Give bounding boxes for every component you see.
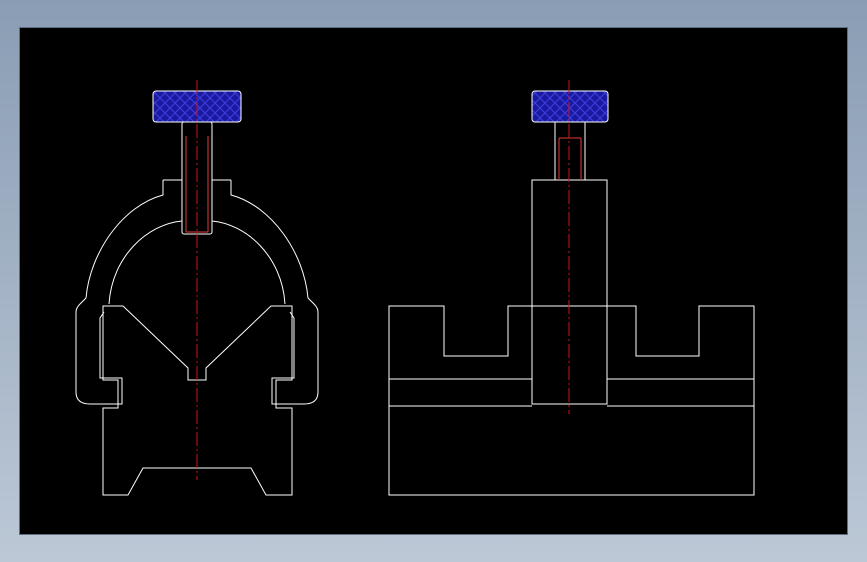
front-clamp-outer-right (230, 180, 319, 405)
side-base-block (388, 305, 755, 496)
cad-drawing-canvas[interactable] (20, 28, 847, 534)
app-window: { "colors": { "window_gradient_top": "#8… (0, 0, 867, 562)
side-view[interactable] (388, 80, 755, 496)
side-knurled-knob[interactable] (531, 90, 609, 123)
front-view[interactable] (75, 80, 319, 496)
front-clamp-outer-left (75, 180, 164, 405)
cad-drawing (75, 80, 755, 496)
